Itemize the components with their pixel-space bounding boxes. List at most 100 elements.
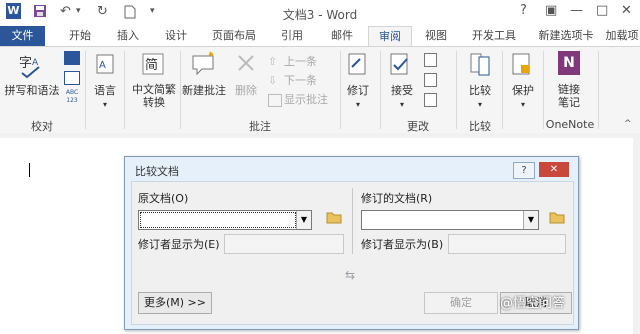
ribbon: 字A 拼写和语法 ABC 123 校对 A 语言 ▾ 简 中文简繁 转换 新建批…: [0, 46, 640, 134]
group-separator: [124, 51, 125, 129]
show-comments-button[interactable]: 显示批注: [284, 93, 328, 106]
group-separator: [598, 51, 599, 129]
ribbon-tabs: 文件 开始 插入 设计 页面布局 引用 邮件 审阅 视图 开发工具 新建选项卡 …: [0, 26, 640, 47]
close-icon[interactable]: ✕: [621, 3, 632, 18]
group-separator: [85, 51, 86, 129]
protect-button[interactable]: 保护: [506, 84, 540, 97]
dialog-column-divider: [352, 188, 353, 254]
tab-insert[interactable]: 插入: [108, 26, 148, 46]
next-comment-icon: ⇩: [268, 74, 278, 87]
tab-mailings[interactable]: 邮件: [322, 26, 362, 46]
more-button[interactable]: 更多(M) >>: [138, 292, 212, 314]
chinese-conversion-label-line1: 中文简繁: [132, 83, 176, 96]
group-separator: [502, 51, 503, 129]
tab-addins[interactable]: 加载项: [604, 26, 640, 46]
group-proofing-label: 校对: [31, 120, 53, 133]
next-change-icon[interactable]: [424, 93, 437, 107]
tab-review[interactable]: 审阅: [368, 26, 412, 47]
title-bar: W ↶ ▾ ↻ ▾ 文档3 - Word ? ▣ — □ ✕: [0, 0, 640, 26]
revised-label-changes-input[interactable]: [448, 234, 566, 254]
ok-button[interactable]: 确定: [424, 292, 498, 314]
tab-developer[interactable]: 开发工具: [462, 26, 526, 46]
track-changes-dropdown-icon[interactable]: ▾: [342, 98, 374, 111]
compare-icon: [470, 53, 492, 80]
thesaurus-icon[interactable]: [64, 71, 80, 85]
tab-layout[interactable]: 页面布局: [204, 26, 264, 46]
accept-dropdown-icon[interactable]: ▾: [384, 98, 420, 111]
text-cursor: [29, 163, 30, 177]
group-changes-label: 更改: [407, 120, 429, 133]
language-icon: A: [95, 53, 115, 78]
group-separator: [456, 51, 457, 129]
group-separator: [340, 51, 341, 129]
tab-references[interactable]: 引用: [272, 26, 312, 46]
original-document-label: 原文档(O): [138, 192, 189, 205]
browse-revised-folder-icon[interactable]: [549, 210, 565, 228]
delete-comment-icon: [236, 53, 256, 76]
language-button[interactable]: 语言: [90, 84, 120, 97]
spelling-grammar-icon: 字A: [18, 53, 44, 82]
swap-documents-icon[interactable]: ⇆: [345, 268, 355, 282]
group-onenote-label: OneNote: [545, 118, 595, 131]
protect-icon: [512, 53, 532, 80]
protect-dropdown-icon[interactable]: ▾: [506, 98, 540, 111]
chinese-conversion-button[interactable]: 中文简繁 转换: [128, 83, 180, 109]
group-compare-label: 比较: [469, 120, 491, 133]
chinese-conversion-icon: 简: [142, 53, 164, 78]
spelling-grammar-button[interactable]: 拼写和语法: [2, 84, 62, 97]
linked-notes-button[interactable]: 链接 笔记: [548, 83, 590, 109]
revised-label-changes-label: 修订者显示为(B): [361, 238, 444, 251]
onenote-icon: N: [558, 51, 580, 75]
previous-comment-icon: ⇧: [268, 55, 278, 68]
group-comments-label: 批注: [249, 120, 271, 133]
compare-button[interactable]: 比较: [462, 84, 498, 97]
new-comment-button[interactable]: 新建批注: [180, 84, 228, 97]
word-count-icon[interactable]: ABC 123: [63, 89, 81, 107]
dialog-title: 比较文档: [135, 165, 179, 178]
reject-icon[interactable]: [424, 53, 437, 67]
track-changes-icon: [348, 53, 368, 78]
ribbon-display-options-icon[interactable]: ▣: [545, 3, 557, 18]
accept-button[interactable]: 接受: [384, 84, 420, 97]
svg-text:A: A: [99, 60, 106, 71]
original-label-changes-input[interactable]: [224, 234, 344, 254]
watermark: @悟空问答: [500, 296, 566, 311]
svg-text:简: 简: [145, 57, 158, 73]
dialog-help-button[interactable]: ?: [513, 162, 535, 179]
linked-notes-label-line2: 笔记: [558, 96, 580, 109]
language-dropdown-icon[interactable]: ▾: [90, 98, 120, 111]
svg-text:A: A: [32, 58, 39, 68]
chinese-conversion-label-line2: 转换: [143, 96, 165, 109]
original-document-combo[interactable]: ▼: [138, 210, 312, 230]
previous-change-icon[interactable]: [424, 73, 437, 87]
previous-comment-button[interactable]: 上一条: [284, 55, 317, 68]
revised-document-label: 修订的文档(R): [361, 192, 433, 205]
browse-original-folder-icon[interactable]: [326, 210, 342, 228]
tab-file[interactable]: 文件: [0, 26, 45, 46]
minimize-icon[interactable]: —: [570, 3, 583, 18]
tab-new-tab[interactable]: 新建选项卡: [532, 26, 600, 46]
revised-document-combo[interactable]: ▼: [361, 210, 539, 230]
track-changes-button[interactable]: 修订: [342, 84, 374, 97]
tab-home[interactable]: 开始: [60, 26, 100, 46]
new-comment-icon: [190, 51, 216, 80]
linked-notes-label-line1: 链接: [558, 83, 580, 96]
compare-dropdown-icon[interactable]: ▾: [462, 98, 498, 111]
dialog-close-button[interactable]: ✕: [539, 162, 569, 177]
research-icon[interactable]: [64, 51, 80, 65]
next-comment-button[interactable]: 下一条: [284, 74, 317, 87]
group-separator: [380, 51, 381, 129]
window-title: 文档3 - Word: [282, 8, 358, 22]
restore-icon[interactable]: □: [596, 3, 608, 18]
collapse-ribbon-icon[interactable]: ^: [624, 119, 632, 129]
delete-comment-button[interactable]: 删除: [230, 84, 262, 97]
help-icon[interactable]: ?: [520, 3, 527, 18]
chevron-down-icon[interactable]: ▼: [523, 211, 538, 229]
original-label-changes-label: 修订者显示为(E): [138, 238, 220, 251]
show-comments-icon: [268, 94, 282, 107]
dialog-title-bar: 比较文档 ? ✕: [125, 157, 578, 181]
tab-view[interactable]: 视图: [416, 26, 456, 46]
tab-design[interactable]: 设计: [156, 26, 196, 46]
svg-text:字: 字: [19, 56, 32, 71]
chevron-down-icon[interactable]: ▼: [296, 211, 311, 229]
